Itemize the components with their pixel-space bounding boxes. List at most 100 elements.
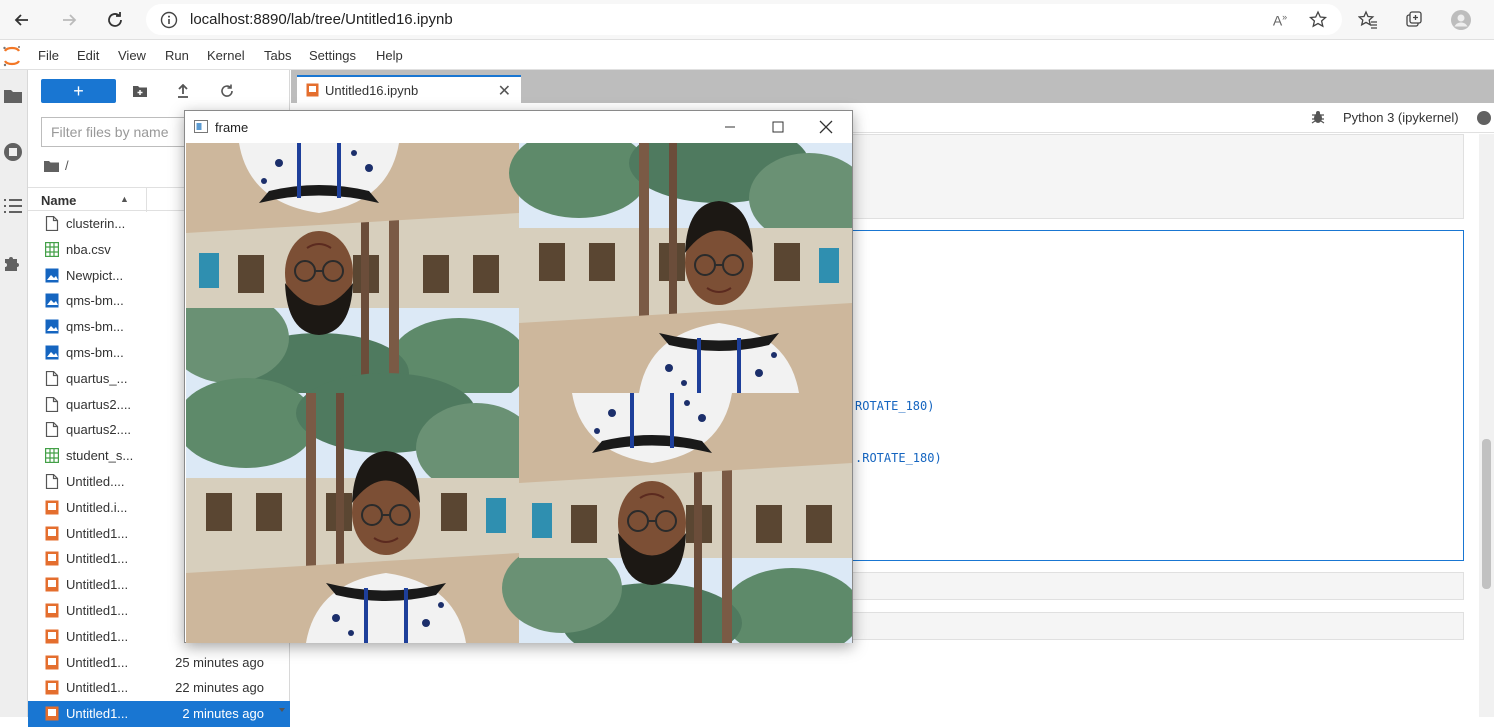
image-icon	[45, 293, 59, 308]
minimize-icon	[725, 126, 735, 128]
menu-tabs[interactable]: Tabs	[264, 48, 291, 63]
jupyter-logo-icon	[3, 46, 20, 67]
notebook-icon	[45, 577, 59, 592]
menu-help[interactable]: Help	[376, 48, 403, 63]
read-aloud-icon[interactable]: A»	[1268, 8, 1292, 32]
breadcrumb[interactable]: /	[44, 158, 69, 173]
upload-icon[interactable]	[172, 81, 194, 101]
kernel-status-icon	[1477, 111, 1491, 125]
file-name[interactable]: quartus2....	[66, 397, 131, 412]
notebook-icon	[45, 526, 59, 541]
breadcrumb-root[interactable]: /	[65, 158, 69, 173]
image-icon	[45, 268, 59, 283]
scrollbar-thumb[interactable]	[1482, 439, 1491, 589]
table-of-contents-icon[interactable]	[2, 195, 24, 217]
favorites-icon[interactable]	[1356, 8, 1380, 32]
file-icon	[45, 422, 59, 438]
column-name-header[interactable]: Name	[41, 193, 76, 208]
video-frame-image	[186, 143, 852, 643]
close-button[interactable]	[811, 116, 841, 138]
info-icon[interactable]	[160, 11, 178, 29]
file-name[interactable]: Untitled1...	[66, 577, 128, 592]
file-row[interactable]: Untitled1... 22 minutes ago	[28, 675, 290, 701]
file-name[interactable]: Untitled1...	[66, 706, 128, 721]
profile-icon[interactable]	[1449, 8, 1473, 32]
reload-button[interactable]	[102, 7, 128, 33]
file-modified: 22 minutes ago	[175, 680, 264, 696]
file-name[interactable]: Untitled1...	[66, 551, 128, 566]
output-cell[interactable]	[851, 134, 1464, 219]
frame-window[interactable]: frame	[184, 110, 853, 643]
file-name[interactable]: clusterin...	[66, 216, 125, 231]
notebook-icon	[45, 551, 59, 566]
folder-icon[interactable]	[2, 85, 24, 107]
menu-view[interactable]: View	[118, 48, 146, 63]
notebook-icon	[45, 706, 59, 721]
maximize-button[interactable]	[763, 116, 793, 138]
new-launcher-button[interactable]: +	[41, 79, 116, 103]
code-cell[interactable]	[851, 612, 1464, 640]
new-folder-icon[interactable]	[129, 81, 151, 101]
file-name[interactable]: Untitled1...	[66, 526, 128, 541]
code-line[interactable]: ROTATE_180)	[855, 399, 934, 413]
forward-button[interactable]	[56, 7, 82, 33]
close-icon[interactable]: ✕	[498, 81, 511, 101]
file-name[interactable]: Untitled.i...	[66, 500, 127, 515]
file-icon	[45, 396, 59, 412]
url-text[interactable]: localhost:8890/lab/tree/Untitled16.ipynb	[190, 11, 453, 28]
tab-label[interactable]: Untitled16.ipynb	[325, 83, 418, 98]
document-tabbar: Untitled16.ipynb ✕	[291, 70, 1494, 103]
kernel-name[interactable]: Python 3 (ipykernel)	[1343, 110, 1459, 125]
column-divider	[146, 188, 147, 212]
code-line[interactable]: .ROTATE_180)	[855, 451, 942, 465]
back-button[interactable]	[9, 7, 35, 33]
extension-puzzle-icon[interactable]	[2, 252, 24, 274]
file-name[interactable]: quartus_...	[66, 371, 127, 386]
file-icon	[45, 215, 59, 232]
notebook-icon	[45, 629, 59, 644]
file-name[interactable]: qms-bm...	[66, 345, 124, 360]
minimize-button[interactable]	[715, 116, 745, 138]
file-row[interactable]: Untitled1... 25 minutes ago	[28, 650, 290, 676]
debugger-icon[interactable]	[1311, 110, 1325, 124]
code-cell[interactable]	[851, 572, 1464, 600]
file-name[interactable]: quartus2....	[66, 422, 131, 437]
folder-icon	[44, 160, 59, 172]
file-row[interactable]: Untitled1... 2 minutes ago	[28, 701, 290, 727]
frame-title: frame	[215, 120, 249, 135]
menu-settings[interactable]: Settings	[309, 48, 356, 63]
file-modified: 2 minutes ago	[182, 706, 264, 722]
file-name[interactable]: Untitled1...	[66, 603, 128, 618]
collections-icon[interactable]	[1402, 8, 1426, 32]
notebook-icon	[45, 603, 59, 618]
file-name[interactable]: Untitled....	[66, 474, 125, 489]
menu-run[interactable]: Run	[165, 48, 189, 63]
file-name[interactable]: nba.csv	[66, 242, 111, 257]
file-name[interactable]: qms-bm...	[66, 293, 124, 308]
notebook-icon	[306, 83, 319, 97]
file-name[interactable]: Untitled1...	[66, 629, 128, 644]
address-bar[interactable]: localhost:8890/lab/tree/Untitled16.ipynb	[146, 4, 1342, 35]
running-sessions-icon[interactable]	[2, 141, 24, 163]
window-app-icon	[194, 120, 208, 133]
file-icon	[45, 473, 59, 490]
reload-icon	[108, 12, 122, 27]
frame-titlebar[interactable]: frame	[185, 111, 852, 143]
close-icon	[819, 120, 833, 134]
notebook-scrollbar[interactable]	[1479, 134, 1494, 717]
file-name[interactable]: qms-bm...	[66, 319, 124, 334]
arrow-left-icon	[14, 14, 28, 26]
refresh-icon[interactable]	[216, 81, 238, 101]
sort-ascending-icon[interactable]: ▲	[120, 194, 129, 204]
arrow-right-icon	[63, 14, 77, 26]
file-name[interactable]: Newpict...	[66, 268, 123, 283]
active-code-cell[interactable]: ROTATE_180) .ROTATE_180)	[851, 230, 1464, 561]
menu-kernel[interactable]: Kernel	[207, 48, 245, 63]
file-name[interactable]: Untitled1...	[66, 655, 128, 670]
tab-untitled16[interactable]: Untitled16.ipynb ✕	[297, 75, 521, 103]
file-name[interactable]: Untitled1...	[66, 680, 128, 695]
menu-file[interactable]: File	[38, 48, 59, 63]
file-name[interactable]: student_s...	[66, 448, 133, 463]
star-add-icon[interactable]	[1306, 8, 1330, 32]
menu-edit[interactable]: Edit	[77, 48, 99, 63]
